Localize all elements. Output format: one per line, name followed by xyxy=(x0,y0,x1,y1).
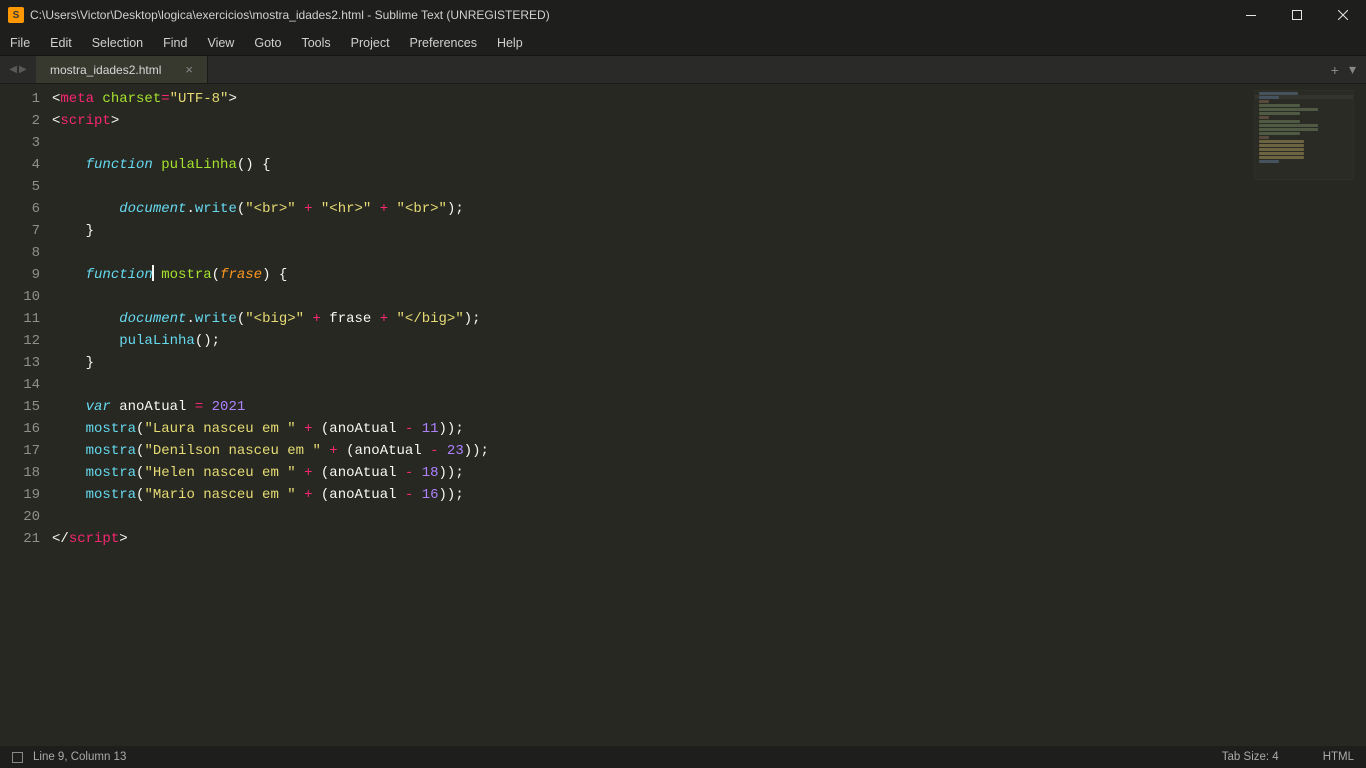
line-number: 14 xyxy=(0,374,40,396)
code-line[interactable]: mostra("Denilson nasceu em " + (anoAtual… xyxy=(52,440,1366,462)
text-cursor xyxy=(152,265,154,281)
window-title: C:\Users\Victor\Desktop\logica\exercicio… xyxy=(30,8,1228,22)
menu-label: Tools xyxy=(301,36,330,50)
code-line[interactable] xyxy=(52,506,1366,528)
code-line[interactable]: pulaLinha(); xyxy=(52,330,1366,352)
tab-close-icon[interactable]: × xyxy=(185,62,193,77)
line-number: 13 xyxy=(0,352,40,374)
maximize-icon xyxy=(1292,10,1302,20)
menu-file[interactable]: File xyxy=(0,30,40,55)
tab-label: mostra_idades2.html xyxy=(50,63,161,77)
menu-edit[interactable]: Edit xyxy=(40,30,82,55)
menu-tools[interactable]: Tools xyxy=(291,30,340,55)
line-number: 12 xyxy=(0,330,40,352)
panel-switcher-icon[interactable] xyxy=(12,752,23,763)
line-number: 18 xyxy=(0,462,40,484)
menu-label: Preferences xyxy=(410,36,477,50)
menu-label: File xyxy=(10,36,30,50)
tab-size-indicator[interactable]: Tab Size: 4 xyxy=(1222,751,1279,763)
tab-dropdown-icon[interactable]: ▾ xyxy=(1349,61,1356,78)
app-icon-letter: S xyxy=(13,10,20,21)
code-line[interactable]: <script> xyxy=(52,110,1366,132)
menubar: File Edit Selection Find View Goto Tools… xyxy=(0,30,1366,56)
tab-history-nav[interactable]: ◀ ▶ xyxy=(0,56,36,83)
minimap[interactable] xyxy=(1254,90,1354,180)
menu-project[interactable]: Project xyxy=(341,30,400,55)
code-line[interactable]: function mostra(frase) { xyxy=(52,264,1366,286)
new-tab-button[interactable]: + xyxy=(1331,62,1339,78)
line-number: 16 xyxy=(0,418,40,440)
code-line[interactable]: } xyxy=(52,352,1366,374)
tabbar-right: + ▾ xyxy=(1331,56,1366,83)
minimize-button[interactable] xyxy=(1228,0,1274,30)
code-line[interactable]: } xyxy=(52,220,1366,242)
line-gutter: 123456789101112131415161718192021 xyxy=(0,84,52,746)
code-line[interactable] xyxy=(52,242,1366,264)
maximize-button[interactable] xyxy=(1274,0,1320,30)
tabbar: ◀ ▶ mostra_idades2.html × + ▾ xyxy=(0,56,1366,84)
close-icon xyxy=(1338,10,1348,20)
statusbar: Line 9, Column 13 Tab Size: 4 HTML xyxy=(0,746,1366,768)
code-line[interactable] xyxy=(52,176,1366,198)
menu-label: Goto xyxy=(254,36,281,50)
line-number: 3 xyxy=(0,132,40,154)
line-number: 4 xyxy=(0,154,40,176)
code-line[interactable]: </script> xyxy=(52,528,1366,550)
code-line[interactable] xyxy=(52,374,1366,396)
line-number: 1 xyxy=(0,88,40,110)
menu-preferences[interactable]: Preferences xyxy=(400,30,487,55)
menu-label: Project xyxy=(351,36,390,50)
line-number: 17 xyxy=(0,440,40,462)
back-icon: ◀ xyxy=(9,64,17,75)
code-line[interactable] xyxy=(52,132,1366,154)
line-number: 10 xyxy=(0,286,40,308)
line-number: 21 xyxy=(0,528,40,550)
code-line[interactable]: function pulaLinha() { xyxy=(52,154,1366,176)
menu-selection[interactable]: Selection xyxy=(82,30,153,55)
minimize-icon xyxy=(1246,15,1256,16)
line-number: 6 xyxy=(0,198,40,220)
menu-find[interactable]: Find xyxy=(153,30,197,55)
titlebar: S C:\Users\Victor\Desktop\logica\exercic… xyxy=(0,0,1366,30)
line-number: 15 xyxy=(0,396,40,418)
line-number: 7 xyxy=(0,220,40,242)
code-line[interactable]: <meta charset="UTF-8"> xyxy=(52,88,1366,110)
line-number: 11 xyxy=(0,308,40,330)
editor[interactable]: 123456789101112131415161718192021 <meta … xyxy=(0,84,1366,746)
code-line[interactable]: mostra("Mario nasceu em " + (anoAtual - … xyxy=(52,484,1366,506)
code-area[interactable]: <meta charset="UTF-8"><script> function … xyxy=(52,84,1366,746)
menu-label: View xyxy=(207,36,234,50)
close-button[interactable] xyxy=(1320,0,1366,30)
menu-label: Find xyxy=(163,36,187,50)
tab-active[interactable]: mostra_idades2.html × xyxy=(36,56,208,83)
line-number: 8 xyxy=(0,242,40,264)
line-number: 19 xyxy=(0,484,40,506)
menu-label: Selection xyxy=(92,36,143,50)
line-number: 5 xyxy=(0,176,40,198)
window-controls xyxy=(1228,0,1366,30)
code-line[interactable]: var anoAtual = 2021 xyxy=(52,396,1366,418)
line-number: 2 xyxy=(0,110,40,132)
menu-help[interactable]: Help xyxy=(487,30,533,55)
forward-icon: ▶ xyxy=(19,64,27,75)
code-line[interactable]: document.write("<br>" + "<hr>" + "<br>")… xyxy=(52,198,1366,220)
code-line[interactable]: mostra("Helen nasceu em " + (anoAtual - … xyxy=(52,462,1366,484)
menu-view[interactable]: View xyxy=(197,30,244,55)
code-line[interactable]: document.write("<big>" + frase + "</big>… xyxy=(52,308,1366,330)
code-line[interactable]: mostra("Laura nasceu em " + (anoAtual - … xyxy=(52,418,1366,440)
syntax-indicator[interactable]: HTML xyxy=(1323,751,1354,763)
menu-label: Help xyxy=(497,36,523,50)
app-icon: S xyxy=(8,7,24,23)
code-line[interactable] xyxy=(52,286,1366,308)
menu-goto[interactable]: Goto xyxy=(244,30,291,55)
cursor-position[interactable]: Line 9, Column 13 xyxy=(33,751,126,763)
line-number: 20 xyxy=(0,506,40,528)
line-number: 9 xyxy=(0,264,40,286)
menu-label: Edit xyxy=(50,36,72,50)
